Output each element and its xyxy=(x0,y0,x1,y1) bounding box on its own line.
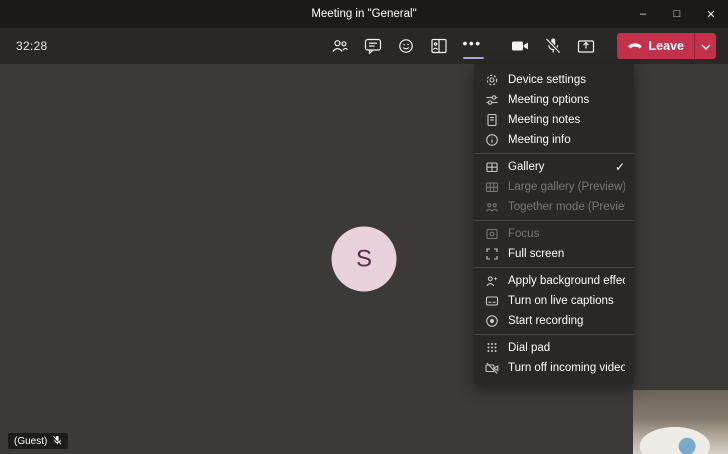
chevron-down-icon xyxy=(701,37,711,55)
maximize-button[interactable]: □ xyxy=(660,0,694,28)
breakout-rooms-icon xyxy=(429,36,449,56)
more-actions-active-underline xyxy=(462,57,484,59)
meeting-toolbar: 32:28 ••• Leave xyxy=(0,28,728,64)
menu-divider xyxy=(474,220,634,221)
check-icon: ✓ xyxy=(614,160,625,174)
dialpad-icon xyxy=(485,341,499,355)
menu-item-gallery[interactable]: Gallery ✓ xyxy=(474,157,634,177)
more-actions-button[interactable]: ••• xyxy=(456,28,489,64)
avatar-initial: S xyxy=(355,245,372,272)
captions-icon xyxy=(485,294,499,308)
participants-button[interactable] xyxy=(324,28,357,64)
leave-button[interactable]: Leave xyxy=(617,39,694,53)
participant-name-badge: (Guest) xyxy=(8,433,69,449)
menu-item-label: Full screen xyxy=(508,248,565,260)
menu-item-meeting-notes[interactable]: Meeting notes xyxy=(474,110,634,130)
reactions-button[interactable] xyxy=(390,28,423,64)
self-view-video[interactable] xyxy=(633,390,728,454)
menu-item-label: Turn on live captions xyxy=(508,295,614,307)
menu-item-label: Meeting notes xyxy=(508,114,581,126)
menu-item-start-recording[interactable]: Start recording xyxy=(474,311,634,331)
menu-item-full-screen[interactable]: Full screen xyxy=(474,244,634,264)
participant-avatar: S xyxy=(331,226,397,292)
camera-button[interactable] xyxy=(504,28,537,64)
video-off-icon xyxy=(485,361,499,375)
menu-item-label: Start recording xyxy=(508,315,584,327)
hang-up-icon xyxy=(627,39,643,53)
menu-item-label: Turn off incoming video xyxy=(508,362,625,374)
menu-item-label: Meeting options xyxy=(508,94,590,106)
menu-item-background-effects[interactable]: Apply background effects xyxy=(474,271,634,291)
window-titlebar: Meeting in "General" – □ ✕ xyxy=(0,0,728,28)
info-icon xyxy=(485,133,499,147)
camera-icon xyxy=(510,36,530,56)
more-actions-menu: Device settings Meeting options Meeting … xyxy=(474,64,634,384)
menu-item-label: Dial pad xyxy=(508,342,551,354)
notes-icon xyxy=(485,113,499,127)
menu-item-label: Apply background effects xyxy=(508,275,625,287)
leave-split-button: Leave xyxy=(616,33,716,59)
share-content-button[interactable] xyxy=(570,28,603,64)
menu-item-meeting-info[interactable]: Meeting info xyxy=(474,130,634,150)
focus-icon xyxy=(485,227,499,241)
close-button[interactable]: ✕ xyxy=(694,0,728,28)
microphone-muted-button[interactable] xyxy=(537,28,570,64)
menu-divider xyxy=(474,334,634,335)
guest-label: (Guest) xyxy=(14,435,48,447)
breakout-rooms-button[interactable] xyxy=(423,28,456,64)
leave-label: Leave xyxy=(648,39,684,53)
menu-item-label: Gallery xyxy=(508,161,545,173)
menu-item-large-gallery[interactable]: Large gallery (Preview) xyxy=(474,177,634,197)
menu-item-label: Meeting info xyxy=(508,134,571,146)
menu-item-together-mode[interactable]: Together mode (Preview) xyxy=(474,197,634,217)
window-title: Meeting in "General" xyxy=(311,8,417,20)
menu-divider xyxy=(474,153,634,154)
large-gallery-grid-icon xyxy=(485,180,499,194)
chat-button[interactable] xyxy=(357,28,390,64)
microphone-muted-icon xyxy=(543,36,563,56)
menu-item-label: Large gallery (Preview) xyxy=(508,181,625,193)
gear-icon xyxy=(485,73,499,87)
together-mode-icon xyxy=(485,200,499,214)
share-content-icon xyxy=(576,36,596,56)
more-actions-icon: ••• xyxy=(462,35,482,51)
menu-item-turn-off-incoming-video[interactable]: Turn off incoming video xyxy=(474,358,634,378)
menu-item-device-settings[interactable]: Device settings xyxy=(474,70,634,90)
menu-item-dial-pad[interactable]: Dial pad xyxy=(474,338,634,358)
background-effects-icon xyxy=(485,274,499,288)
window-controls: – □ ✕ xyxy=(626,0,728,28)
menu-item-label: Device settings xyxy=(508,74,586,86)
sliders-icon xyxy=(485,93,499,107)
participants-icon xyxy=(330,36,350,56)
menu-item-meeting-options[interactable]: Meeting options xyxy=(474,90,634,110)
menu-item-label: Together mode (Preview) xyxy=(508,201,625,213)
menu-item-focus[interactable]: Focus xyxy=(474,224,634,244)
minimize-button[interactable]: – xyxy=(626,0,660,28)
chat-icon xyxy=(363,36,383,56)
menu-divider xyxy=(474,267,634,268)
leave-options-button[interactable] xyxy=(695,33,716,59)
gallery-grid-icon xyxy=(485,160,499,174)
av-controls-group xyxy=(504,28,603,64)
menu-item-label: Focus xyxy=(508,228,540,240)
menu-item-live-captions[interactable]: Turn on live captions xyxy=(474,291,634,311)
record-icon xyxy=(485,314,499,328)
fullscreen-icon xyxy=(485,247,499,261)
muted-mic-small-icon xyxy=(52,435,62,448)
meeting-timer: 32:28 xyxy=(16,39,48,53)
reactions-icon xyxy=(396,36,416,56)
